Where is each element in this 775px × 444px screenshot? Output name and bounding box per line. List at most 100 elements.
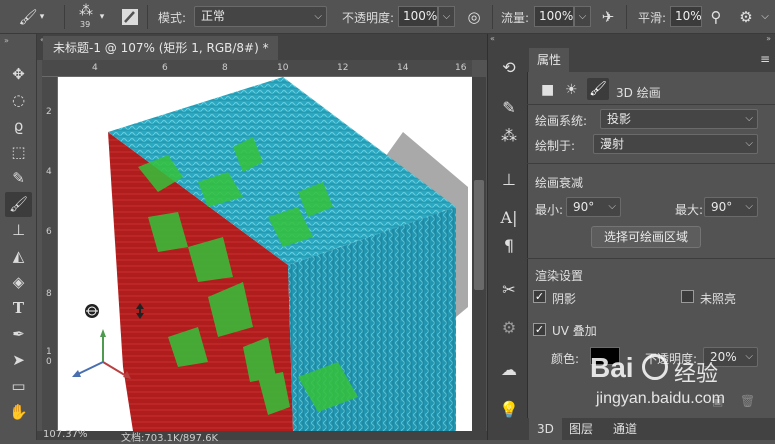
baidu-watermark: Bai 经验 jingyan.baidu.com xyxy=(590,352,760,422)
zoom-level[interactable]: 107.37% xyxy=(43,429,88,440)
document-canvas[interactable] xyxy=(58,77,472,431)
rectangle-tool-icon[interactable]: ▭ xyxy=(5,374,32,399)
camera-view-icon[interactable]: ■ xyxy=(541,82,554,98)
min-label: 最小: xyxy=(535,203,564,217)
min-angle-input[interactable]: 90° ⌵ xyxy=(566,197,621,217)
max-angle-input[interactable]: 90° ⌵ xyxy=(704,197,758,217)
opacity-label: 不透明度: xyxy=(342,10,395,25)
move-tool-icon[interactable]: ✥ xyxy=(5,62,32,87)
shadow-checkbox[interactable]: ✓ xyxy=(533,290,546,303)
mode-select[interactable]: 正常 ⌵ xyxy=(194,6,327,27)
hand-tool-icon[interactable]: ✋ xyxy=(5,400,32,425)
options-bar: 🖌 ▾ ⁂ 39 ▾ 模式: 正常 ⌵ 不透明度: 100% ⌵ ◎ 流量: 10… xyxy=(0,0,775,34)
document-tab[interactable]: 未标题-1 @ 107% (矩形 1, RGB/8#) * × xyxy=(43,36,278,79)
lightbulb-icon[interactable]: 💡 xyxy=(496,398,522,422)
ruler-tick-label: 14 xyxy=(397,63,409,73)
quick-select-icon[interactable]: ⬚ xyxy=(5,140,32,165)
watermark-url: jingyan.baidu.com xyxy=(596,390,725,407)
paragraph-panel-icon[interactable]: ¶ xyxy=(496,234,522,258)
clone-source-icon[interactable]: ⊥ xyxy=(496,168,522,192)
paint-system-label: 绘画系统: xyxy=(535,114,588,128)
ruler-tick-label: 4 xyxy=(92,63,98,73)
opacity-dropdown-icon[interactable]: ⌵ xyxy=(438,6,455,27)
flow-label: 流量: xyxy=(501,10,530,25)
gear-icon[interactable]: ⚙ xyxy=(734,4,758,30)
eraser-icon[interactable]: ◭ xyxy=(5,244,32,269)
lasso-icon[interactable]: ϱ xyxy=(5,114,32,139)
render-settings-title: 渲染设置 xyxy=(535,269,584,283)
paint-on-label: 绘制于: xyxy=(535,139,576,153)
select-paintable-area-button[interactable]: 选择可绘画区域 xyxy=(591,226,701,248)
ellipse-marquee-icon[interactable]: ◌ xyxy=(5,88,32,113)
brush-settings-icon[interactable]: ✎ xyxy=(496,96,522,120)
document-title: 未标题-1 @ 107% (矩形 1, RGB/8#) * xyxy=(53,41,269,55)
flow-input[interactable]: 100% xyxy=(534,6,574,27)
history-icon[interactable]: ⟲ xyxy=(496,56,522,80)
watermark-brand: Bai xyxy=(590,352,634,383)
collapse-arrows-icon[interactable]: » xyxy=(766,34,771,43)
collapse-arrows-icon[interactable]: « xyxy=(490,34,495,43)
brush-presets-icon[interactable]: ⁂ xyxy=(496,124,522,148)
color-label: 颜色: xyxy=(551,352,580,366)
clone-stamp-icon[interactable]: ⊥ xyxy=(5,218,32,243)
opacity-input[interactable]: 100% xyxy=(398,6,438,27)
brush-tool-icon[interactable]: 🖌 xyxy=(5,192,32,217)
flow-dropdown-icon[interactable]: ⌵ xyxy=(574,6,591,27)
pressure-opacity-icon[interactable]: ◎ xyxy=(462,4,486,30)
unlit-checkbox[interactable] xyxy=(681,290,694,303)
paint-bucket-icon[interactable]: ◈ xyxy=(5,270,32,295)
path-select-icon[interactable]: ➤ xyxy=(5,348,32,373)
eyedropper-icon[interactable]: ✎ xyxy=(5,166,32,191)
tool-presets-icon[interactable]: ✂ xyxy=(496,278,522,302)
ruler-tick-label: 16 xyxy=(455,63,467,73)
tab-properties[interactable]: 属性 xyxy=(529,48,570,72)
brush-tool-icon[interactable]: 🖌 xyxy=(587,78,609,100)
status-bar: 107.37% 文档:703.1K/897.6K xyxy=(37,429,487,444)
paint-on-select[interactable]: 漫射 ⌵ xyxy=(593,134,758,154)
horizontal-ruler: 4 6 8 10 12 14 16 xyxy=(42,60,472,77)
unlit-label: 未照亮 xyxy=(700,292,737,306)
ruler-tick-label: 4 xyxy=(46,167,52,177)
chevron-down-icon[interactable]: ⌵ xyxy=(758,4,772,30)
brush-settings-panel-icon[interactable] xyxy=(118,4,142,30)
paw-icon xyxy=(642,354,668,380)
panel-header-strip: » xyxy=(527,34,775,48)
3d-materials-icon[interactable]: ⚙ xyxy=(496,316,522,340)
chevron-down-icon: ⌵ xyxy=(745,201,753,212)
orbit-camera-icon[interactable] xyxy=(85,304,99,318)
collapse-arrows-icon[interactable]: » xyxy=(4,36,9,45)
smoothing-options-icon[interactable]: ⚲ xyxy=(704,4,728,30)
creative-cloud-icon[interactable]: ☁ xyxy=(496,358,522,382)
brush-preset-icon[interactable]: ⁂ xyxy=(74,0,98,22)
paint-system-select[interactable]: 投影 ⌵ xyxy=(600,109,758,129)
smoothing-input[interactable]: 10% xyxy=(670,6,702,27)
vertical-scrollbar-thumb[interactable] xyxy=(474,180,484,290)
max-angle-value: 90° xyxy=(711,200,733,214)
panel-dock: « ⟲ ✎ ⁂ ⊥ A| ¶ ✂ ⚙ ☁ 💡 xyxy=(487,34,527,440)
3d-cube-render xyxy=(72,77,468,431)
airbrush-icon[interactable]: ✈ xyxy=(596,4,620,30)
brush-preset-dropdown-icon[interactable]: ▾ xyxy=(96,4,108,30)
ruler-tick-label: 12 xyxy=(337,63,349,73)
tool-preset-dropdown-icon[interactable]: ▾ xyxy=(36,4,48,30)
vertical-ruler: 2 4 6 8 1 0 xyxy=(42,77,58,431)
ruler-tick-label: 8 xyxy=(46,289,52,299)
ruler-tick-label: 1 xyxy=(46,347,52,357)
uv-overlay-checkbox[interactable]: ✓ xyxy=(533,323,546,336)
type-tool-icon[interactable]: T xyxy=(5,296,32,321)
max-label: 最大: xyxy=(675,203,704,217)
pen-tool-icon[interactable]: ✒ xyxy=(5,322,32,347)
chevron-down-icon: ⌵ xyxy=(745,113,753,124)
watermark-brand-suffix: 经验 xyxy=(674,362,719,387)
shadow-label: 阴影 xyxy=(552,292,577,306)
paint-system-value: 投影 xyxy=(607,112,632,126)
character-panel-icon[interactable]: A| xyxy=(496,206,522,230)
3d-light-icon[interactable]: ☀ xyxy=(565,82,578,98)
tab-3d[interactable]: 3D xyxy=(529,418,562,440)
min-angle-value: 90° xyxy=(573,200,595,214)
document-size: 文档:703.1K/897.6K xyxy=(121,433,219,444)
uv-overlay-label: UV 叠加 xyxy=(552,324,597,338)
chevron-down-icon: ⌵ xyxy=(745,138,753,149)
panel-menu-icon[interactable]: ≡ xyxy=(760,52,770,66)
ruler-tick-label: 0 xyxy=(46,357,52,367)
